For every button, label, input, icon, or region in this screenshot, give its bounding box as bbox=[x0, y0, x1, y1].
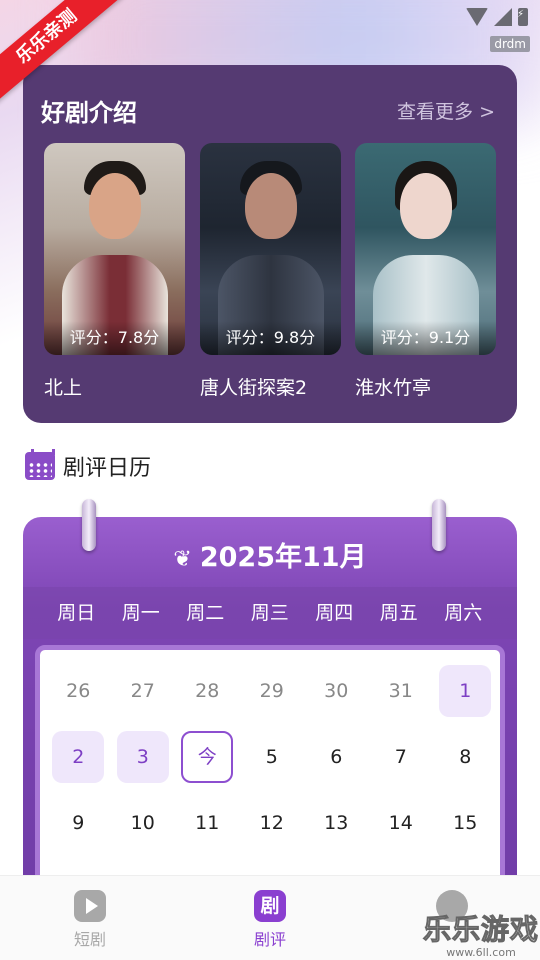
drama-intro-card: 好剧介绍 查看更多 > 评分：7.8分 北上 评分：9.8分 唐人街探案2 评分… bbox=[23, 65, 517, 423]
weekday-label: 周六 bbox=[444, 602, 483, 624]
drama-name[interactable]: 淮水竹亭 bbox=[355, 373, 431, 400]
drama-score: 评分：7.8分 bbox=[44, 321, 185, 355]
calendar-day[interactable]: 6 bbox=[310, 731, 362, 783]
calendar-day[interactable]: 28 bbox=[181, 665, 233, 717]
calendar-day-highlighted[interactable]: 1 bbox=[439, 665, 492, 717]
nav-label: 短剧 bbox=[73, 930, 106, 949]
calendar-day[interactable]: 10 bbox=[117, 797, 169, 849]
calendar-day[interactable]: 8 bbox=[439, 731, 491, 783]
intro-title: 好剧介绍 bbox=[41, 99, 137, 127]
drama-score: 评分：9.1分 bbox=[355, 321, 496, 355]
calendar-day[interactable]: 31 bbox=[375, 665, 427, 717]
drama-name[interactable]: 唐人街探案2 bbox=[200, 373, 307, 400]
month-label: 2025年11月 bbox=[199, 542, 367, 573]
calendar-day[interactable]: 15 bbox=[439, 797, 491, 849]
review-icon: 剧 bbox=[254, 890, 286, 922]
carrier-tag: drdm bbox=[490, 36, 530, 52]
nav-label: 剧评 bbox=[253, 930, 286, 949]
weekday-label: 周四 bbox=[315, 602, 354, 624]
status-icons bbox=[466, 8, 528, 26]
weekday-label: 周一 bbox=[121, 602, 160, 624]
drama-poster[interactable]: 评分：9.1分 bbox=[355, 143, 496, 355]
signal-icon bbox=[494, 8, 512, 26]
nav-review[interactable]: 剧 剧评 bbox=[230, 890, 310, 950]
calendar-day-highlighted[interactable]: 3 bbox=[116, 731, 169, 783]
wifi-icon bbox=[466, 8, 488, 26]
calendar-day-highlighted[interactable]: 2 bbox=[52, 731, 105, 783]
calendar-day[interactable]: 12 bbox=[246, 797, 298, 849]
site-watermark: 乐乐游戏 www.6ll.com bbox=[422, 908, 540, 960]
drama-name[interactable]: 北上 bbox=[44, 373, 82, 400]
calendar-day[interactable]: 11 bbox=[181, 797, 233, 849]
weekday-label: 周二 bbox=[186, 602, 225, 624]
calendar-day[interactable]: 5 bbox=[246, 731, 298, 783]
calendar-month-header: ❦ 2025年11月 bbox=[23, 535, 517, 574]
calendar-day[interactable]: 30 bbox=[310, 665, 362, 717]
weekday-label: 周三 bbox=[250, 602, 289, 624]
calendar-day[interactable]: 27 bbox=[117, 665, 169, 717]
calendar-day[interactable]: 13 bbox=[310, 797, 362, 849]
calendar-day[interactable]: 7 bbox=[375, 731, 427, 783]
section-title: 剧评日历 bbox=[63, 456, 152, 481]
calendar-day[interactable]: 9 bbox=[52, 797, 104, 849]
weekday-label: 周五 bbox=[379, 602, 418, 624]
calendar-icon bbox=[25, 449, 55, 480]
view-more-link[interactable]: 查看更多 > bbox=[397, 97, 495, 124]
drama-poster[interactable]: 评分：9.8分 bbox=[200, 143, 341, 355]
drama-score: 评分：9.8分 bbox=[200, 321, 341, 355]
battery-charging-icon bbox=[517, 8, 528, 26]
weekday-row: 周日 周一 周二 周三 周四 周五 周六 bbox=[23, 587, 517, 639]
drama-poster[interactable]: 评分：7.8分 bbox=[44, 143, 185, 355]
play-icon bbox=[74, 890, 106, 922]
sprout-icon: ❦ bbox=[173, 547, 192, 572]
calendar-day[interactable]: 14 bbox=[375, 797, 427, 849]
calendar-day[interactable]: 29 bbox=[246, 665, 298, 717]
calendar-section-heading: 剧评日历 bbox=[25, 449, 152, 482]
nav-short-drama[interactable]: 短剧 bbox=[50, 890, 130, 950]
calendar-day-grid: 26 27 28 29 30 31 1 2 3 今 5 6 7 8 9 10 1… bbox=[46, 658, 498, 856]
watermark-text: 乐乐游戏 bbox=[422, 913, 539, 947]
calendar-day[interactable]: 26 bbox=[52, 665, 104, 717]
weekday-label: 周日 bbox=[57, 602, 96, 624]
calendar-day-today[interactable]: 今 bbox=[181, 731, 234, 783]
